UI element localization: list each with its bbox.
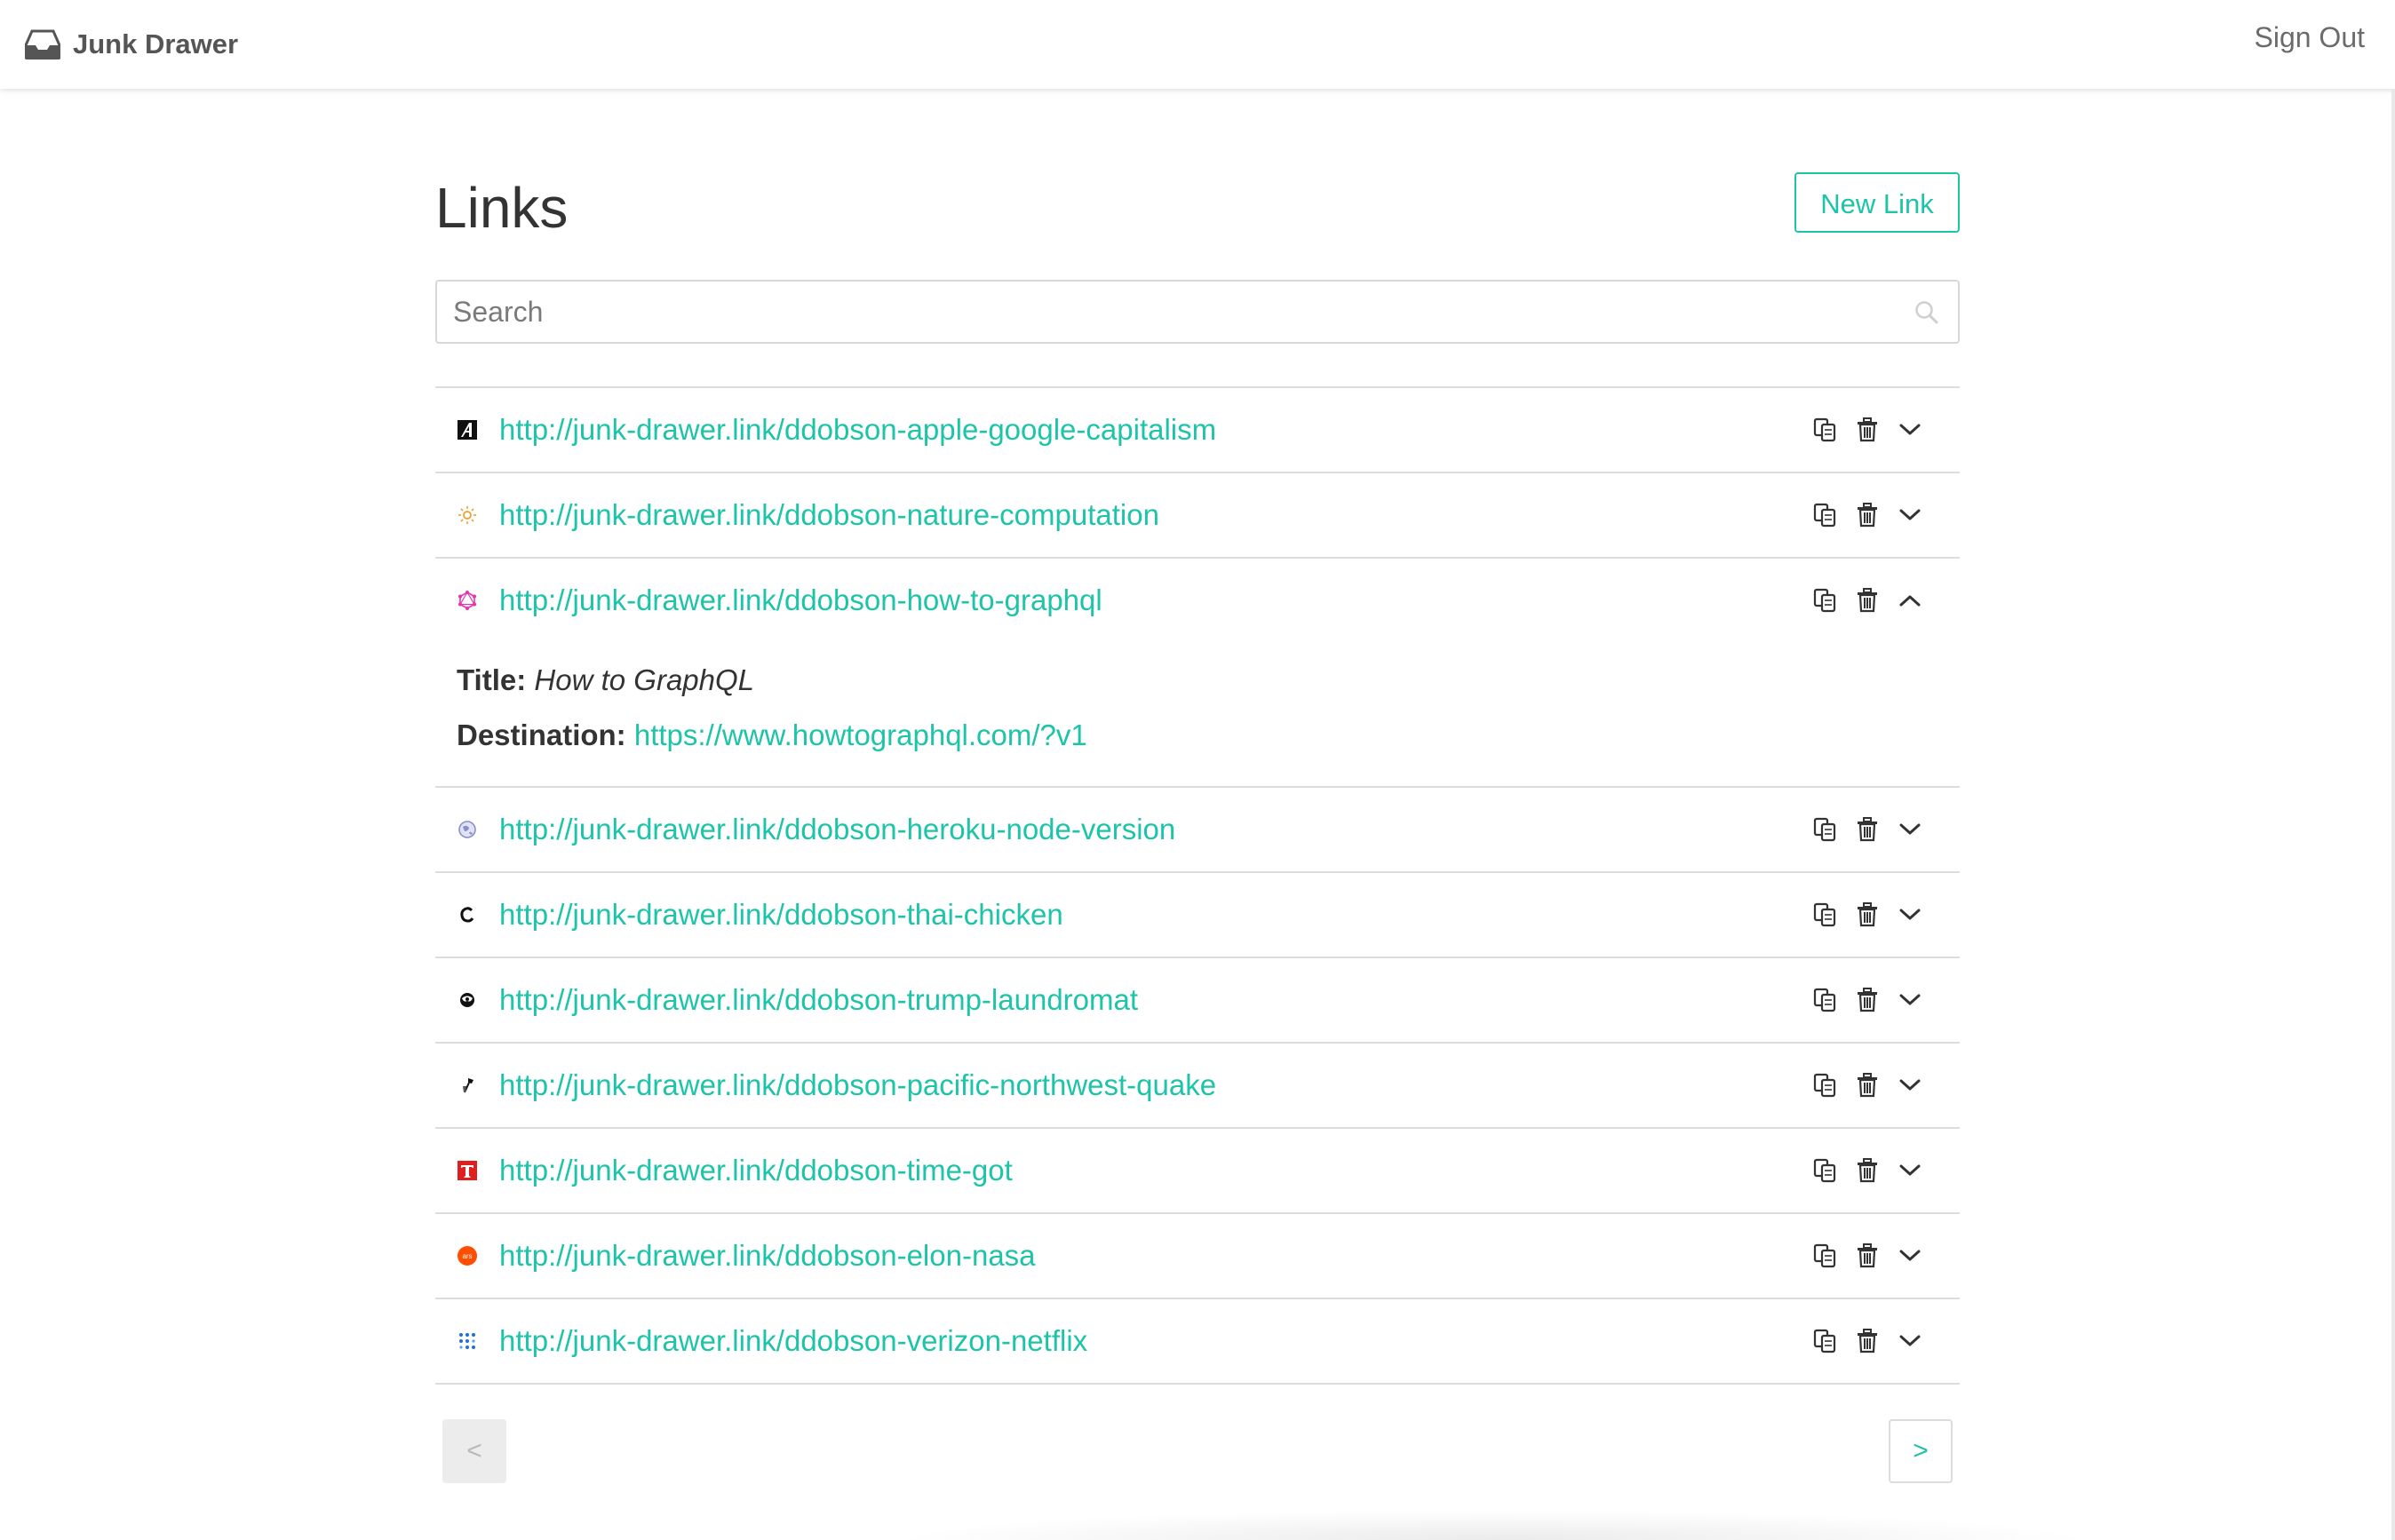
short-link[interactable]: http://junk-drawer.link/ddobson-trump-la… (499, 983, 1138, 1017)
row-actions (1796, 583, 1924, 617)
row-actions (1796, 898, 1924, 932)
newyorker-favicon-icon (457, 1075, 478, 1096)
copy-icon[interactable] (1810, 1327, 1839, 1355)
chevron-down-icon[interactable] (1896, 1071, 1924, 1099)
destination-label: Destination: (457, 718, 626, 751)
short-link[interactable]: http://junk-drawer.link/ddobson-thai-chi… (499, 898, 1063, 932)
title-label: Title: (457, 663, 527, 696)
trash-icon[interactable] (1853, 586, 1882, 615)
chevron-down-icon[interactable] (1896, 1156, 1924, 1185)
copy-icon[interactable] (1810, 416, 1839, 444)
c-favicon-icon (457, 904, 478, 925)
trash-icon[interactable] (1853, 1156, 1882, 1185)
sign-out-link[interactable]: Sign Out (2254, 21, 2365, 54)
short-link[interactable]: http://junk-drawer.link/ddobson-time-got (499, 1154, 1013, 1187)
chevron-down-icon[interactable] (1896, 986, 1924, 1014)
chevron-down-icon[interactable] (1896, 416, 1924, 444)
brand[interactable]: Junk Drawer (25, 25, 238, 64)
link-row-expanded: http://junk-drawer.link/ddobson-how-to-g… (435, 559, 1960, 788)
trash-icon[interactable] (1853, 501, 1882, 529)
app-name: Junk Drawer (73, 28, 239, 60)
copy-icon[interactable] (1810, 1156, 1839, 1185)
next-page-button[interactable]: > (1889, 1419, 1953, 1483)
ars-favicon-icon: ars (457, 1245, 478, 1266)
trash-icon[interactable] (1853, 986, 1882, 1014)
link-row: http://junk-drawer.link/ddobson-heroku-n… (435, 788, 1960, 873)
title-value: How to GraphQL (534, 663, 755, 696)
row-actions (1796, 1324, 1924, 1358)
short-link[interactable]: http://junk-drawer.link/ddobson-elon-nas… (499, 1239, 1036, 1273)
links-list: http://junk-drawer.link/ddobson-apple-go… (435, 386, 1960, 1385)
row-actions (1796, 498, 1924, 532)
scrollbar-track (2391, 89, 2395, 1540)
copy-icon[interactable] (1810, 986, 1839, 1014)
chevron-down-icon[interactable] (1896, 501, 1924, 529)
short-link[interactable]: http://junk-drawer.link/ddobson-verizon-… (499, 1324, 1087, 1358)
search-icon[interactable] (1914, 299, 1940, 326)
link-row: http://junk-drawer.link/ddobson-nature-c… (435, 473, 1960, 559)
link-row: http://junk-drawer.link/ddobson-apple-go… (435, 388, 1960, 473)
short-link[interactable]: http://junk-drawer.link/ddobson-how-to-g… (499, 583, 1102, 617)
copy-icon[interactable] (1810, 1071, 1839, 1099)
row-actions (1796, 1068, 1924, 1102)
row-actions (1796, 1154, 1924, 1187)
destination-line: Destination: https://www.howtographql.co… (457, 708, 1087, 763)
new-link-button[interactable]: New Link (1794, 172, 1960, 233)
trash-icon[interactable] (1853, 901, 1882, 929)
link-row: http://junk-drawer.link/ddobson-verizon-… (435, 1299, 1960, 1385)
inbox-icon (25, 29, 60, 60)
copy-icon[interactable] (1810, 586, 1839, 615)
trash-icon[interactable] (1853, 1242, 1882, 1270)
trash-icon[interactable] (1853, 1327, 1882, 1355)
link-row: http://junk-drawer.link/ddobson-time-got (435, 1129, 1960, 1214)
dots-favicon-icon (457, 1330, 478, 1352)
link-row: http://junk-drawer.link/ddobson-trump-la… (435, 958, 1960, 1044)
row-actions (1796, 413, 1924, 447)
chevron-down-icon[interactable] (1896, 1327, 1924, 1355)
globe-favicon-icon (457, 819, 478, 840)
previous-page-button[interactable]: < (442, 1419, 506, 1483)
row-actions (1796, 813, 1924, 846)
trash-icon[interactable] (1853, 815, 1882, 844)
short-link[interactable]: http://junk-drawer.link/ddobson-nature-c… (499, 498, 1159, 532)
short-link[interactable]: http://junk-drawer.link/ddobson-heroku-n… (499, 813, 1175, 846)
sun-favicon-icon (457, 504, 478, 526)
pagination: < > (435, 1419, 1960, 1483)
copy-icon[interactable] (1810, 815, 1839, 844)
chevron-down-icon[interactable] (1896, 1242, 1924, 1270)
newrepublic-favicon-icon (457, 989, 478, 1011)
copy-icon[interactable] (1810, 501, 1839, 529)
link-row: http://junk-drawer.link/ddobson-pacific-… (435, 1044, 1960, 1129)
time-favicon-icon (457, 1160, 478, 1181)
trash-icon[interactable] (1853, 1071, 1882, 1099)
row-actions (1796, 983, 1924, 1017)
search-input[interactable] (437, 282, 1858, 342)
destination-link[interactable]: https://www.howtographql.com/?v1 (634, 718, 1087, 751)
title-line: Title: How to GraphQL (457, 653, 1087, 708)
short-link[interactable]: http://junk-drawer.link/ddobson-pacific-… (499, 1068, 1216, 1102)
top-navbar: Junk Drawer Sign Out (0, 0, 2395, 89)
chevron-up-icon[interactable] (1896, 586, 1924, 615)
copy-icon[interactable] (1810, 901, 1839, 929)
page-title: Links (435, 176, 569, 240)
chevron-down-icon[interactable] (1896, 815, 1924, 844)
link-row: http://junk-drawer.link/ddobson-thai-chi… (435, 873, 1960, 958)
search-box (435, 280, 1960, 344)
link-details: Title: How to GraphQL Destination: https… (457, 653, 1087, 763)
bottom-shadow (888, 1510, 2097, 1540)
trash-icon[interactable] (1853, 416, 1882, 444)
graphql-favicon-icon (457, 590, 478, 611)
link-row: ars http://junk-drawer.link/ddobson-elon… (435, 1214, 1960, 1299)
chevron-down-icon[interactable] (1896, 901, 1924, 929)
svg-text:ars: ars (462, 1252, 472, 1260)
atlantic-favicon-icon (457, 419, 478, 441)
short-link[interactable]: http://junk-drawer.link/ddobson-apple-go… (499, 413, 1216, 447)
copy-icon[interactable] (1810, 1242, 1839, 1270)
row-actions (1796, 1239, 1924, 1273)
